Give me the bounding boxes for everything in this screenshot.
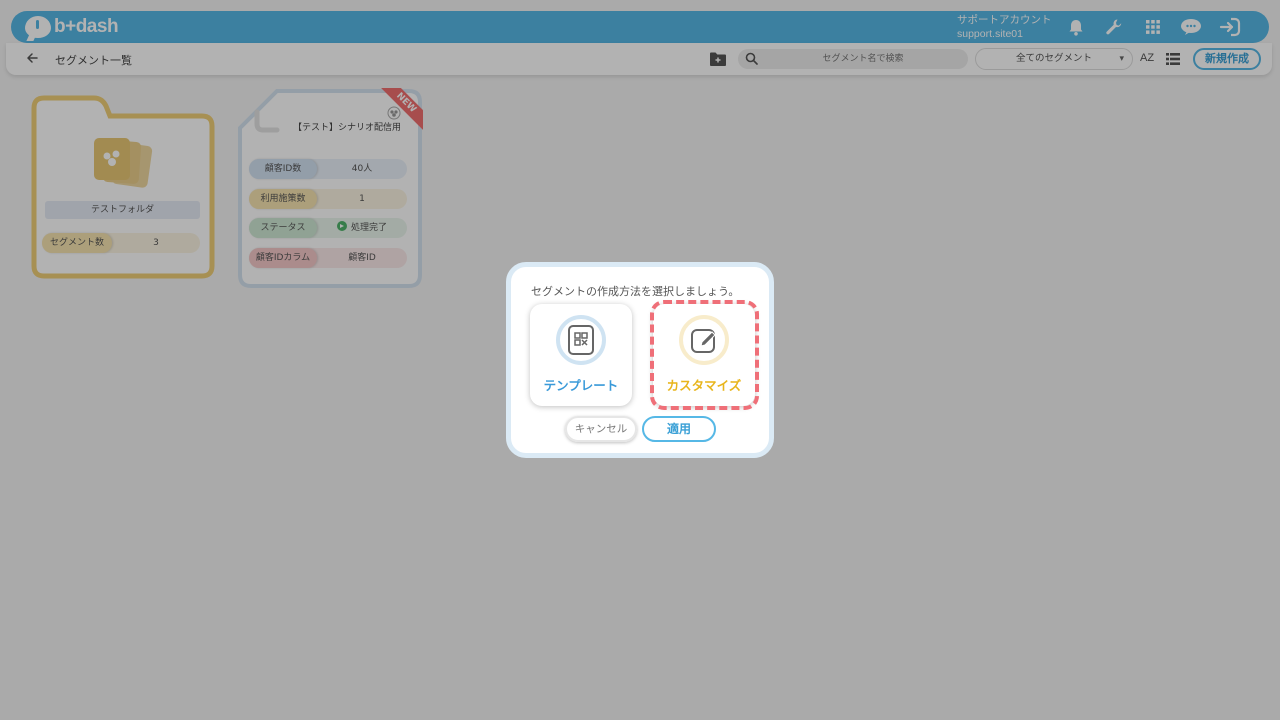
selected-option-highlight <box>650 300 759 410</box>
template-icon <box>568 325 594 355</box>
template-option-label: テンプレート <box>543 378 619 393</box>
cancel-button[interactable]: キャンセル <box>565 416 637 442</box>
create-method-dialog: セグメントの作成方法を選択しましょう。 テンプレート カスタマイズ キャンセル … <box>506 262 774 458</box>
template-icon-ring <box>556 315 606 365</box>
dialog-message: セグメントの作成方法を選択しましょう。 <box>531 285 740 298</box>
apply-button[interactable]: 適用 <box>642 416 716 442</box>
template-option[interactable]: テンプレート <box>530 304 632 406</box>
